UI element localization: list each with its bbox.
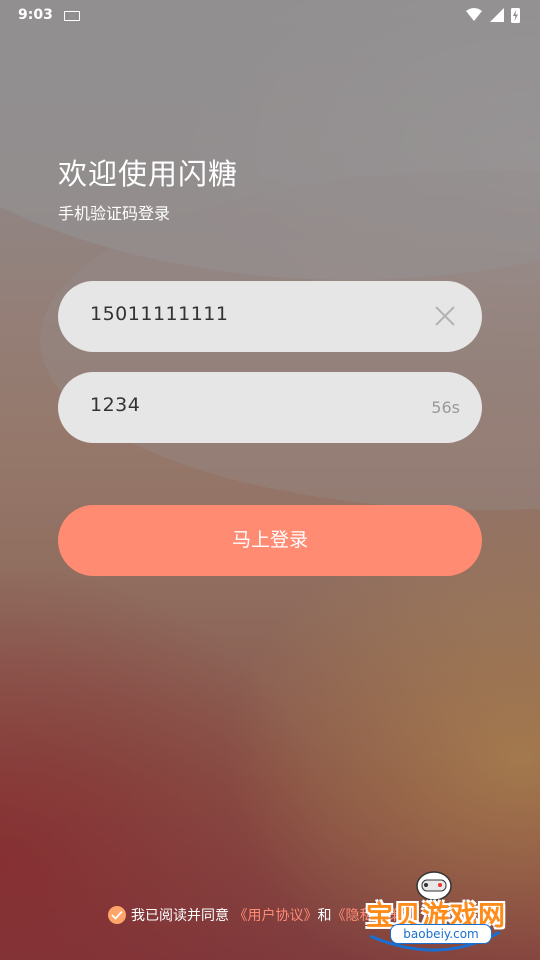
verification-code-value: 1234: [90, 394, 141, 416]
signal-icon: [490, 8, 504, 22]
keyboard-icon: [64, 11, 80, 21]
status-bar: 9:03: [0, 0, 540, 34]
user-agreement-link[interactable]: 《用户协议》: [233, 908, 317, 924]
login-screen: 9:03 欢迎使用闪糖 手机验证码登录 15011111111 1234 56s…: [0, 0, 540, 960]
checkmark-icon: [111, 910, 123, 920]
agreement-checkbox[interactable]: [108, 906, 126, 924]
agreement-conjunction: 和: [317, 908, 332, 924]
wifi-icon: [466, 8, 482, 21]
page-title: 欢迎使用闪糖: [58, 157, 239, 191]
close-icon[interactable]: [434, 305, 456, 327]
resend-countdown: 56s: [431, 398, 460, 417]
login-button[interactable]: 马上登录: [58, 505, 482, 576]
watermark-url: baobeiy.com: [390, 924, 492, 944]
agreement-prefix: 我已阅读并同意: [131, 908, 229, 924]
phone-input-value: 15011111111: [90, 303, 229, 325]
watermark-logo: 宝贝游戏网 baobeiy.com: [360, 866, 520, 956]
page-subtitle: 手机验证码登录: [58, 204, 171, 223]
verification-code-input[interactable]: 1234 56s: [58, 372, 482, 443]
status-time: 9:03: [18, 7, 53, 23]
phone-input[interactable]: 15011111111: [58, 281, 482, 352]
status-icons: [466, 8, 520, 23]
